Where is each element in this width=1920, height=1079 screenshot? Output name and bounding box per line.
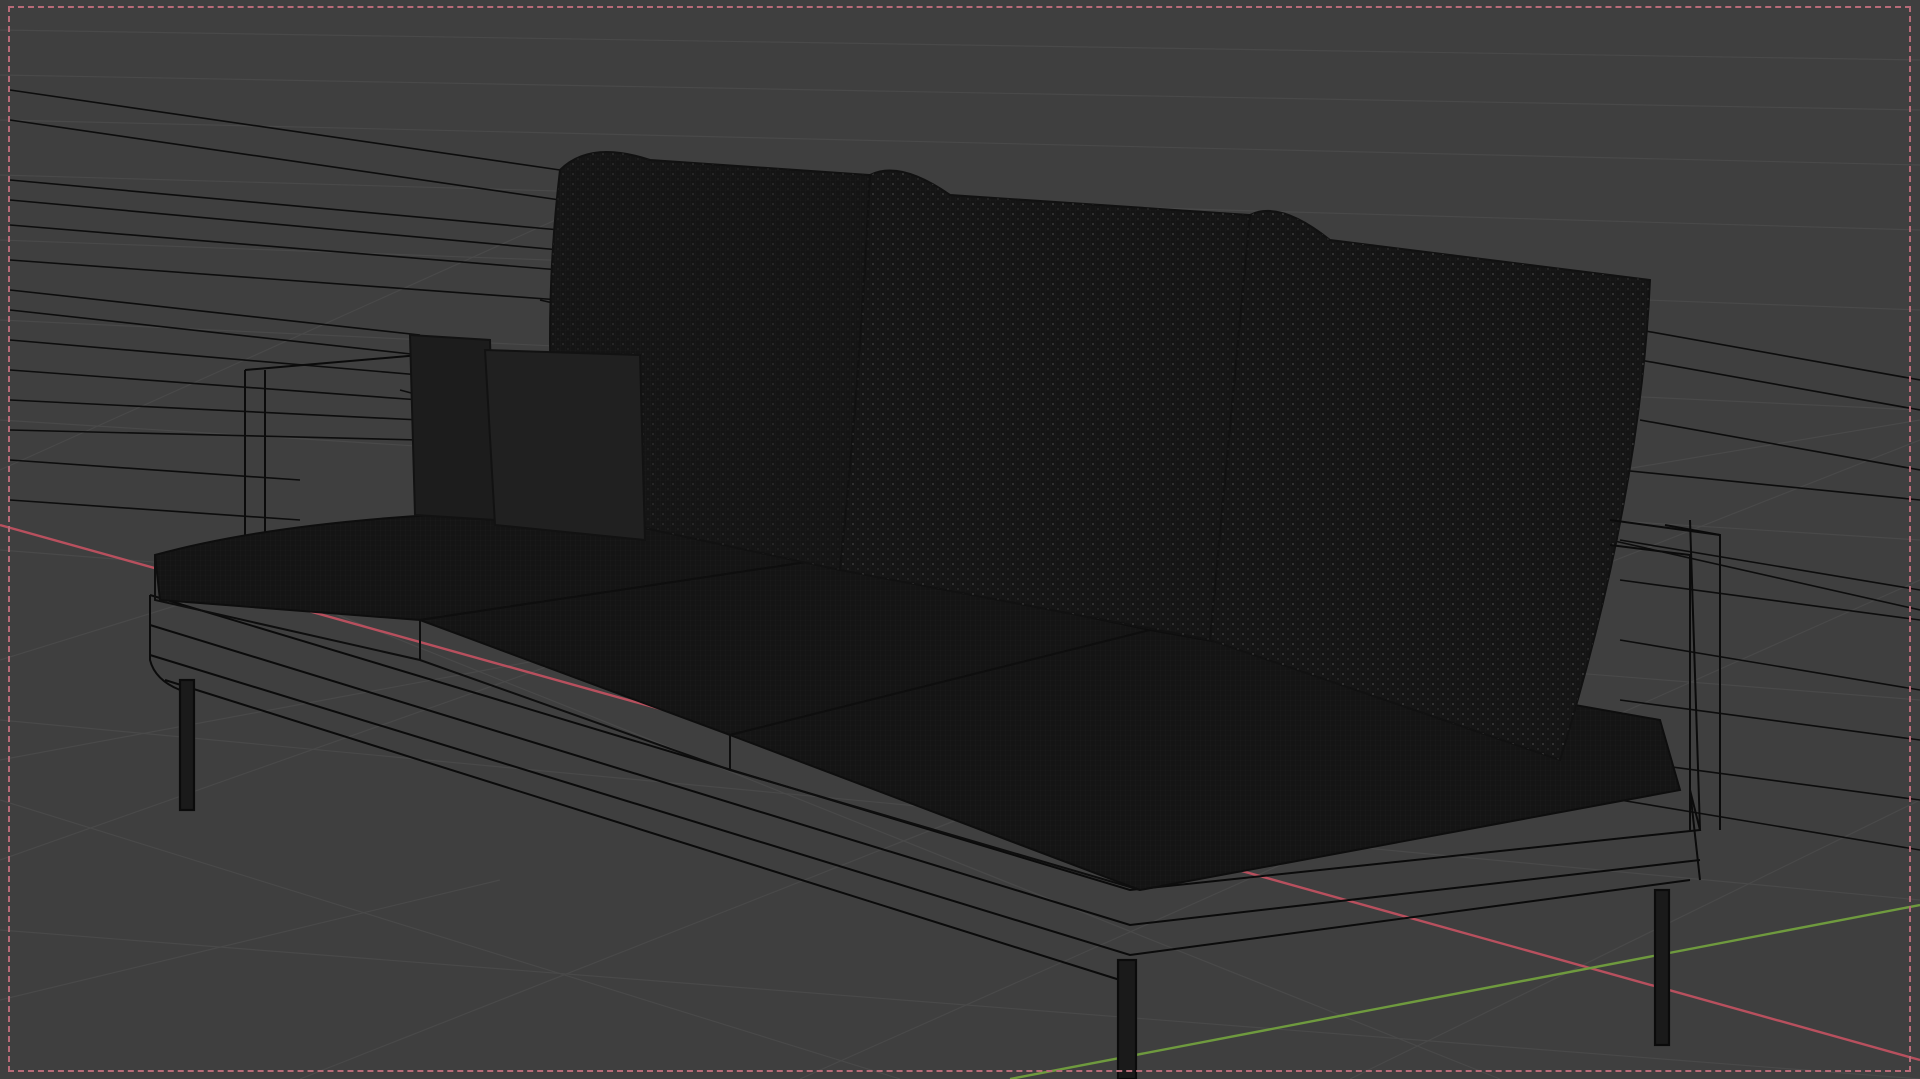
throw-pillow-back — [408, 333, 497, 522]
throw-pillows — [408, 333, 647, 542]
throw-pillow-front — [483, 348, 647, 542]
leg-front-middle — [1116, 958, 1138, 1079]
viewport-canvas[interactable] — [0, 0, 1920, 1079]
leg-back-right — [1653, 888, 1671, 1047]
leg-front-left — [178, 678, 196, 812]
y-axis-line — [1009, 903, 1920, 1079]
3d-viewport[interactable] — [0, 0, 1920, 1079]
